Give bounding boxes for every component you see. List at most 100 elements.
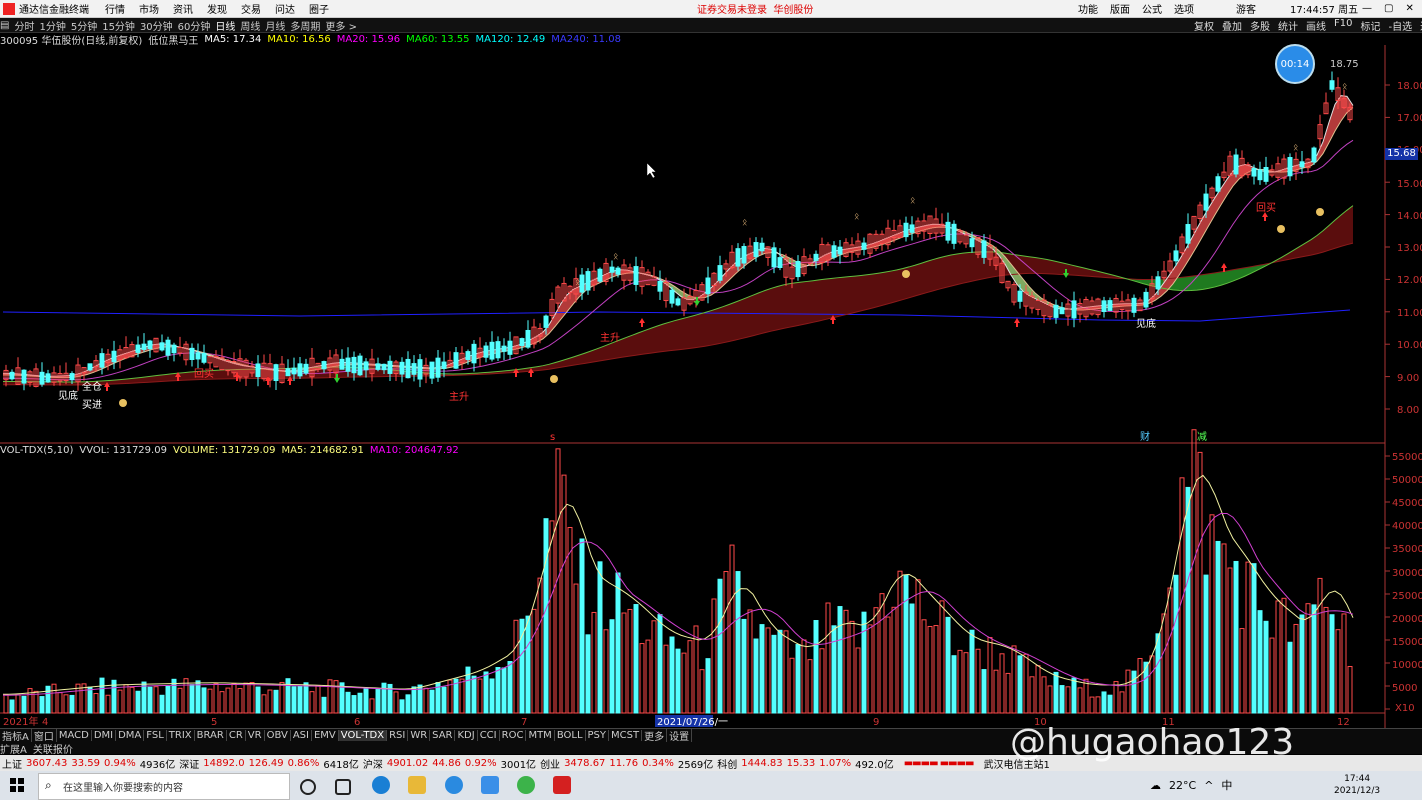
candle-body [99, 353, 105, 368]
browser-icon[interactable] [445, 776, 463, 794]
ma-ribbon-long [873, 273, 879, 308]
indicator-tab[interactable]: MACD [57, 730, 92, 741]
volume-bar [783, 630, 789, 714]
taskbar-search-input[interactable]: ⌕ 在这里输入你要搜索的内容 [38, 773, 290, 800]
volume-bar [477, 678, 483, 714]
ma-ribbon-long [939, 256, 945, 290]
tdx-app-icon[interactable] [553, 776, 571, 794]
index-sh-label[interactable]: 上证 [2, 756, 22, 771]
indicator-tab[interactable]: DMI [92, 730, 117, 741]
indicator-tab[interactable]: CCI [478, 730, 500, 741]
annot-zhusheng: 主升 [600, 332, 620, 344]
candle-body [735, 248, 741, 267]
volume-bar [273, 689, 279, 714]
indicator-tab[interactable]: EMV [312, 730, 339, 741]
ma-ribbon-long [1029, 256, 1035, 274]
index-cy-pct: 0.34% [642, 757, 674, 769]
ma-ribbon-long [789, 282, 795, 328]
windows-start-icon[interactable] [10, 778, 24, 792]
indicator-tab[interactable]: VR [246, 730, 265, 741]
app-green-icon[interactable] [517, 776, 535, 794]
volume-bar [645, 639, 651, 714]
volume-bar [801, 639, 807, 714]
ma-ribbon-long [711, 308, 717, 346]
weather-temp[interactable]: 22°C [1169, 779, 1196, 792]
indicator-tab[interactable]: BRAR [195, 730, 227, 741]
indicator-tab[interactable]: ROC [500, 730, 527, 741]
indicator-tab[interactable]: ASI [291, 730, 312, 741]
ma-ribbon-long [933, 257, 939, 291]
volume-bar [1077, 687, 1083, 714]
indicator-tab[interactable]: CR [227, 730, 246, 741]
index-kc-label[interactable]: 科创 [717, 756, 737, 771]
refresh-timer[interactable]: 00:14 [1275, 44, 1315, 84]
volume-bar [405, 694, 411, 714]
indicator-tab[interactable]: KDJ [455, 730, 478, 741]
indicator-tab[interactable]: BOLL [555, 730, 586, 741]
index-cy-label[interactable]: 创业 [540, 756, 560, 771]
task-view-icon[interactable] [335, 779, 351, 795]
candle-body [945, 221, 951, 241]
taskbar-clock[interactable]: 17:44 2021/12/3 [1334, 773, 1380, 797]
volume-bar [1107, 694, 1113, 714]
tab-kuozhan[interactable]: 扩展A [0, 741, 27, 756]
ma-ribbon-long [951, 253, 957, 287]
indicator-tab[interactable]: MTM [526, 730, 555, 741]
indicator-tab[interactable]: WR [408, 730, 431, 741]
candle-body [141, 343, 147, 350]
tray-chevron-icon[interactable]: ^ [1204, 779, 1213, 792]
cortana-icon[interactable] [300, 779, 316, 795]
indicator-tab[interactable]: FSL [144, 730, 167, 741]
volume-bar [507, 661, 513, 714]
candle-body [1233, 154, 1239, 175]
volume-bar [1329, 614, 1335, 714]
volume-bar [591, 611, 597, 714]
candle-body [507, 340, 513, 355]
volume-bar [489, 678, 495, 714]
volume-bar [375, 688, 381, 714]
indicator-tab[interactable]: VOL-TDX [338, 730, 388, 741]
ma-ribbon-long [621, 337, 627, 358]
price-tick: 14.00 [1397, 211, 1422, 222]
ma-ribbon-long [867, 274, 873, 310]
volume-bar [105, 694, 111, 714]
candle-body [585, 271, 591, 291]
candle-body [609, 266, 615, 273]
indicator-tab[interactable]: PSY [586, 730, 610, 741]
system-tray: ☁ 22°C ^ 中 [1150, 777, 1232, 793]
ma-ribbon-long [945, 255, 951, 288]
indicator-tab[interactable]: TRIX [167, 730, 195, 741]
file-explorer-icon[interactable] [408, 776, 426, 794]
indicator-tab[interactable]: OBV [265, 730, 291, 741]
volume-bar [963, 652, 969, 714]
indicator-tab[interactable]: 更多 [642, 728, 668, 743]
tab-guanlian[interactable]: 关联报价 [33, 741, 73, 756]
watermark: @hugaohao123 [1010, 722, 1295, 763]
index-sz-label[interactable]: 深证 [179, 756, 199, 771]
annot-cai: 财 [1140, 430, 1150, 443]
volume-bar [813, 620, 819, 714]
annot-jian: 减 [1197, 431, 1207, 443]
ime-label[interactable]: 中 [1221, 777, 1232, 793]
ma-ribbon-long [717, 306, 723, 345]
indicator-tab[interactable]: RSI [387, 730, 409, 741]
indicator-tab[interactable]: 设置 [667, 728, 693, 743]
volume-bar [3, 694, 9, 714]
volume-bar [1197, 451, 1203, 714]
volume-bar [969, 629, 975, 714]
weather-icon[interactable]: ☁ [1150, 779, 1161, 792]
candle-body [9, 371, 15, 380]
candle-body [903, 222, 909, 238]
vol-indicator-name[interactable]: VOL-TDX(5,10) [0, 445, 73, 456]
volume-bar [1017, 655, 1023, 714]
candle-body [1311, 147, 1317, 163]
indicator-tab[interactable]: DMA [116, 730, 145, 741]
vol-tick: 20000 [1392, 614, 1422, 625]
kline-chart[interactable]: ᛟᛟᛟᛟᛟᛟᛟ 18.00 17.00 16.00 15.00 14.00 13… [0, 0, 1422, 800]
index-hs-label[interactable]: 沪深 [363, 756, 383, 771]
ma-ribbon-long [165, 373, 171, 382]
app-icon[interactable] [481, 776, 499, 794]
edge-icon[interactable] [372, 776, 390, 794]
indicator-tab[interactable]: SAR [430, 730, 456, 741]
indicator-tab[interactable]: MCST [609, 730, 643, 741]
